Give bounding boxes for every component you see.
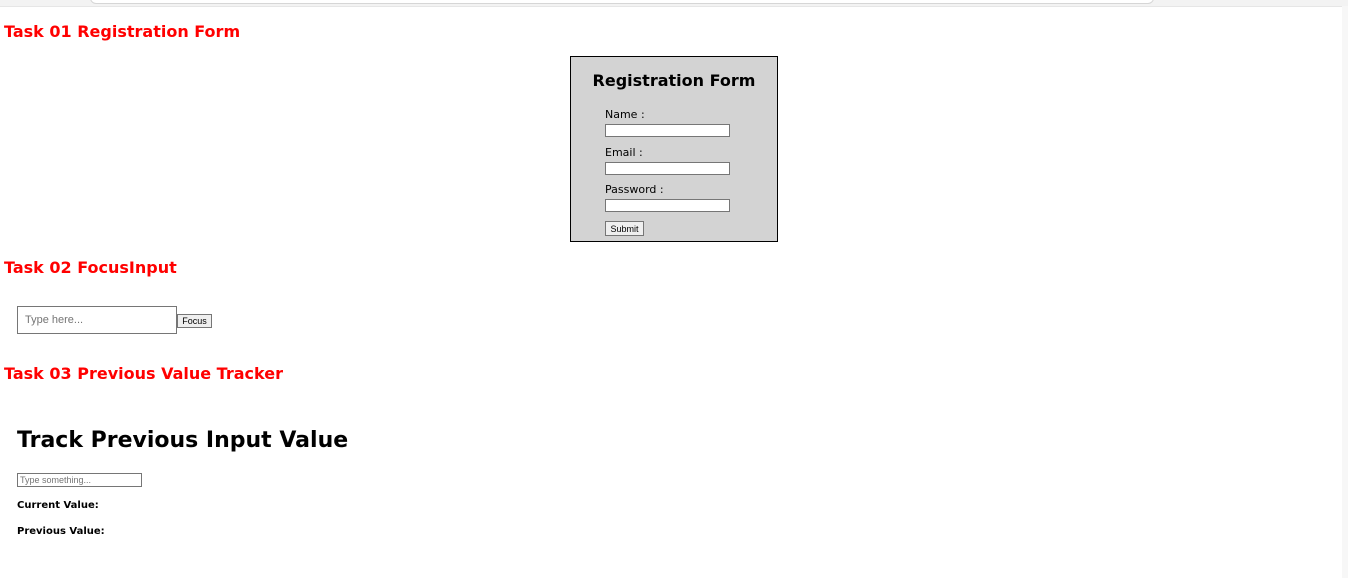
email-label: Email :: [605, 146, 643, 159]
focus-text-input[interactable]: [17, 306, 177, 334]
password-label: Password :: [605, 183, 664, 196]
task-03-title: Task 03 Previous Value Tracker: [4, 364, 283, 383]
email-input[interactable]: [605, 162, 730, 175]
name-input[interactable]: [605, 124, 730, 137]
task-01-title: Task 01 Registration Form: [4, 22, 241, 41]
task-02-title: Task 02 FocusInput: [4, 258, 177, 277]
previous-value-label: Previous Value:: [17, 526, 105, 537]
focus-button[interactable]: Focus: [177, 314, 212, 328]
address-bar-edge: [90, 0, 1154, 4]
password-input[interactable]: [605, 199, 730, 212]
registration-form: Registration Form Name : Email : Passwor…: [570, 56, 778, 242]
browser-top-edge: [0, 0, 1348, 7]
registration-form-title: Registration Form: [592, 71, 756, 90]
tracker-input[interactable]: [17, 473, 142, 487]
name-label: Name :: [605, 108, 645, 121]
scrollbar-track[interactable]: [1342, 6, 1348, 578]
submit-button[interactable]: Submit: [605, 221, 644, 236]
tracker-heading: Track Previous Input Value: [17, 428, 349, 453]
current-value-label: Current Value:: [17, 500, 99, 511]
